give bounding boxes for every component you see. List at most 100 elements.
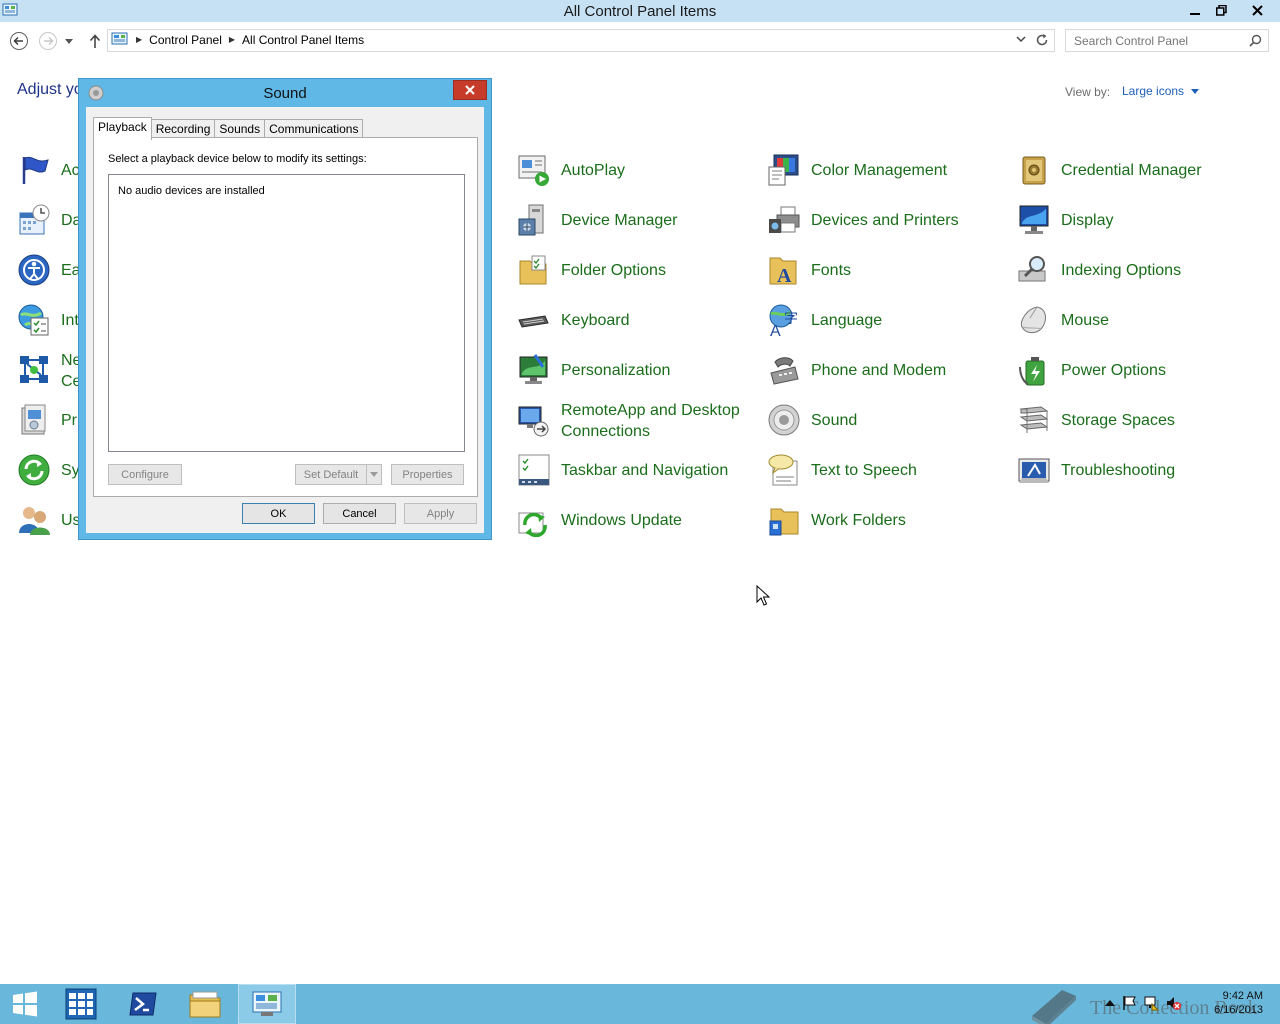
forward-button[interactable] — [38, 31, 58, 51]
control-panel-item-credential-manager[interactable]: Credential Manager — [1017, 150, 1202, 190]
item-label[interactable]: Mouse — [1061, 310, 1109, 331]
control-panel-item-folder-options[interactable]: Folder Options — [517, 250, 666, 290]
close-button[interactable] — [1235, 0, 1280, 21]
taskbar-file-explorer[interactable] — [176, 984, 234, 1024]
control-panel-item-network-sharing[interactable]: Ne Ce — [17, 350, 81, 394]
item-label[interactable]: Storage Spaces — [1061, 410, 1175, 431]
dialog-titlebar[interactable]: Sound — [79, 79, 491, 107]
recent-locations-button[interactable] — [62, 31, 76, 51]
taskbar-powershell[interactable] — [114, 984, 172, 1024]
properties-button[interactable]: Properties — [391, 464, 464, 485]
control-panel-item-remoteapp[interactable]: RemoteApp and Desktop Connections — [517, 400, 741, 444]
control-panel-item-work-folders[interactable]: Work Folders — [767, 500, 906, 540]
item-label[interactable]: Sy — [61, 460, 80, 481]
control-panel-item-personalization[interactable]: Personalization — [517, 350, 670, 390]
address-bar[interactable]: ▶ Control Panel ▶ All Control Panel Item… — [107, 29, 1055, 52]
control-panel-item-display[interactable]: Display — [1017, 200, 1113, 240]
control-panel-item-system[interactable]: Sy — [17, 450, 80, 490]
control-panel-item-mouse[interactable]: Mouse — [1017, 300, 1109, 340]
playback-device-list[interactable]: No audio devices are installed — [108, 174, 465, 452]
item-label[interactable]: Int — [61, 310, 79, 331]
control-panel-item-device-manager[interactable]: Device Manager — [517, 200, 678, 240]
address-history-chevron-icon[interactable] — [1016, 34, 1026, 46]
item-label[interactable]: Keyboard — [561, 310, 630, 331]
item-label[interactable]: Text to Speech — [811, 460, 917, 481]
control-panel-item-keyboard[interactable]: Keyboard — [517, 300, 630, 340]
control-panel-item-phone-modem[interactable]: Phone and Modem — [767, 350, 946, 390]
item-label[interactable]: RemoteApp and Desktop Connections — [561, 400, 741, 442]
item-label[interactable]: Phone and Modem — [811, 360, 946, 381]
item-label[interactable]: Troubleshooting — [1061, 460, 1175, 481]
start-button[interactable] — [0, 984, 50, 1024]
item-label[interactable]: Pr — [61, 410, 77, 431]
breadcrumb-separator-icon[interactable]: ▶ — [229, 35, 235, 44]
view-by-value[interactable]: Large icons — [1122, 84, 1184, 98]
view-by-dropdown[interactable]: Large icons — [1122, 84, 1200, 98]
apply-button[interactable]: Apply — [404, 503, 477, 524]
dialog-close-button[interactable] — [453, 80, 487, 100]
control-panel-item-action-center[interactable]: Ac — [17, 150, 80, 190]
breadcrumb-control-panel[interactable]: Control Panel — [149, 33, 222, 47]
item-label[interactable]: Folder Options — [561, 260, 666, 281]
show-hidden-icons-icon[interactable] — [1105, 999, 1115, 1007]
item-label[interactable]: Display — [1061, 210, 1113, 231]
cancel-button[interactable]: Cancel — [323, 503, 396, 524]
item-label[interactable]: Color Management — [811, 160, 947, 181]
network-icon[interactable] — [1143, 995, 1159, 1011]
item-label[interactable]: Work Folders — [811, 510, 906, 531]
powershell-icon — [129, 992, 157, 1016]
control-panel-item-windows-update[interactable]: Windows Update — [517, 500, 682, 540]
search-icon[interactable] — [1249, 34, 1262, 47]
control-panel-item-troubleshooting[interactable]: Troubleshooting — [1017, 450, 1175, 490]
item-label[interactable]: Sound — [811, 410, 857, 431]
taskbar-server-manager[interactable] — [52, 984, 110, 1024]
search-box[interactable] — [1065, 29, 1269, 52]
item-label[interactable]: Taskbar and Navigation — [561, 460, 728, 481]
control-panel-item-indexing-options[interactable]: Indexing Options — [1017, 250, 1181, 290]
action-center-flag-icon[interactable] — [1121, 995, 1137, 1011]
ok-button[interactable]: OK — [242, 503, 315, 524]
item-label[interactable]: Power Options — [1061, 360, 1166, 381]
volume-muted-icon[interactable] — [1165, 995, 1181, 1011]
control-panel-item-storage-spaces[interactable]: Storage Spaces — [1017, 400, 1175, 440]
control-panel-item-language[interactable]: A字 Language — [767, 300, 882, 340]
item-label[interactable]: Fonts — [811, 260, 851, 281]
breadcrumb-all-items[interactable]: All Control Panel Items — [242, 33, 364, 47]
set-default-dropdown[interactable] — [366, 464, 382, 485]
configure-button[interactable]: Configure — [108, 464, 182, 485]
item-label[interactable]: AutoPlay — [561, 160, 625, 181]
minimize-button[interactable] — [1181, 0, 1208, 21]
item-label[interactable]: Personalization — [561, 360, 670, 381]
set-default-button[interactable]: Set Default — [295, 464, 367, 485]
item-label[interactable]: Indexing Options — [1061, 260, 1181, 281]
taskbar-control-panel[interactable] — [238, 984, 296, 1024]
item-label[interactable]: Ac — [61, 160, 80, 181]
item-label[interactable]: Credential Manager — [1061, 160, 1202, 181]
control-panel-item-internet-options[interactable]: Int — [17, 300, 79, 340]
up-button[interactable] — [85, 31, 105, 51]
item-label[interactable]: Devices and Printers — [811, 210, 959, 231]
taskbar-clock[interactable]: 9:42 AM 6/16/2013 — [1214, 989, 1263, 1017]
restore-button[interactable] — [1208, 0, 1235, 21]
control-panel-item-taskbar-navigation[interactable]: Taskbar and Navigation — [517, 450, 728, 490]
control-panel-item-sound[interactable]: Sound — [767, 400, 857, 440]
breadcrumb-separator-icon[interactable]: ▶ — [136, 35, 142, 44]
tab-playback[interactable]: Playback — [93, 117, 152, 140]
control-panel-item-date-time[interactable]: Da — [17, 200, 81, 240]
item-label[interactable]: Windows Update — [561, 510, 682, 531]
control-panel-item-user-accounts[interactable]: Us — [17, 500, 81, 540]
control-panel-item-color-management[interactable]: Color Management — [767, 150, 947, 190]
control-panel-item-programs[interactable]: Pr — [17, 400, 77, 440]
control-panel-item-autoplay[interactable]: AutoPlay — [517, 150, 625, 190]
control-panel-item-fonts[interactable]: A Fonts — [767, 250, 851, 290]
user-accounts-icon — [17, 503, 51, 537]
item-label[interactable]: Language — [811, 310, 882, 331]
control-panel-item-power-options[interactable]: Power Options — [1017, 350, 1166, 390]
refresh-icon[interactable] — [1035, 33, 1049, 47]
back-button[interactable] — [9, 31, 29, 51]
item-label[interactable]: Device Manager — [561, 210, 678, 231]
control-panel-item-ease-of-access[interactable]: Ea — [17, 250, 81, 290]
control-panel-item-text-to-speech[interactable]: Text to Speech — [767, 450, 917, 490]
control-panel-item-devices-printers[interactable]: Devices and Printers — [767, 200, 959, 240]
search-input[interactable] — [1066, 30, 1241, 51]
